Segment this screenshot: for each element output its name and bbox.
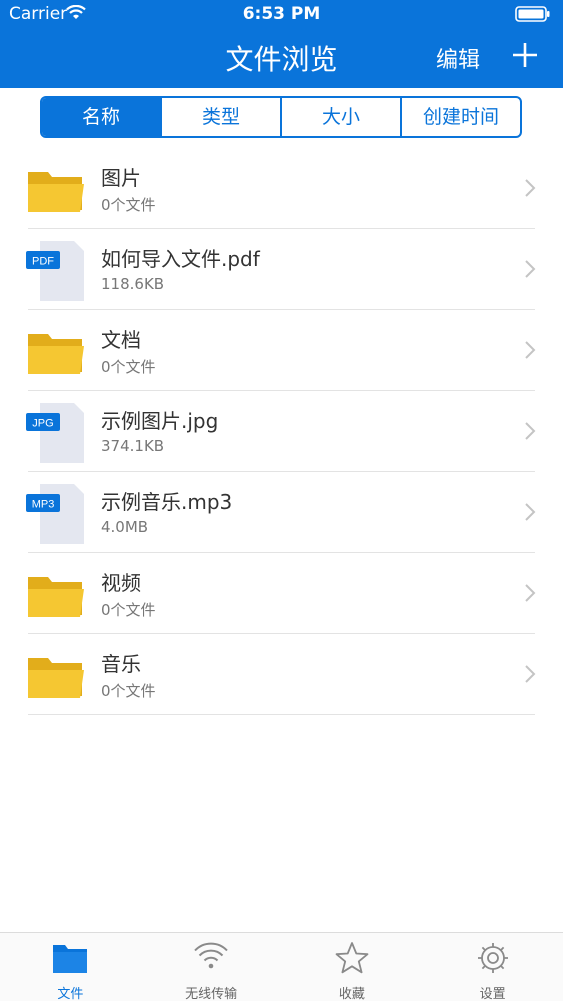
star-icon [335, 942, 369, 974]
chevron-right-icon [525, 260, 536, 278]
file-name: 文档 [101, 328, 141, 352]
folder-icon [53, 945, 88, 973]
sort-by-name-tab[interactable]: 名称 [42, 98, 162, 136]
list-item[interactable]: 音乐 0个文件 [0, 634, 563, 715]
list-item[interactable]: 图片 0个文件 [0, 148, 563, 229]
tab-label: 文件 [57, 987, 84, 1002]
nav-bar: Carrier 6:53 PM 文件浏览 编辑 [0, 0, 563, 88]
file-meta: 0个文件 [101, 358, 156, 376]
file-meta: 118.6KB [101, 275, 165, 293]
tab-settings[interactable]: 设置 [422, 933, 563, 1002]
folder-icon [28, 334, 84, 374]
file-name: 图片 [101, 166, 141, 190]
file-meta: 0个文件 [101, 601, 156, 619]
folder-icon [28, 658, 84, 698]
add-icon[interactable] [510, 40, 540, 70]
file-meta: 0个文件 [101, 196, 156, 214]
chevron-right-icon [525, 179, 536, 197]
svg-text:JPG: JPG [32, 418, 53, 430]
gear-icon [477, 943, 508, 973]
chevron-right-icon [525, 422, 536, 440]
svg-text:MP3: MP3 [32, 499, 55, 511]
file-name: 视频 [101, 571, 141, 595]
list-item[interactable]: MP3 示例音乐.mp3 4.0MB [0, 472, 563, 553]
file-meta: 374.1KB [101, 437, 165, 455]
list-item[interactable]: 文档 0个文件 [0, 310, 563, 391]
folder-icon [28, 172, 84, 212]
file-meta: 0个文件 [101, 682, 156, 700]
folder-icon [28, 577, 84, 617]
list-item[interactable]: JPG 示例图片.jpg 374.1KB [0, 391, 563, 472]
wifi-icon [194, 942, 228, 969]
svg-text:PDF: PDF [32, 256, 54, 268]
chevron-right-icon [525, 665, 536, 683]
tab-label: 收藏 [338, 987, 365, 1002]
list-item[interactable]: PDF 如何导入文件.pdf 118.6KB [0, 229, 563, 310]
battery-icon [515, 6, 550, 22]
status-time: 6:53 PM [242, 4, 321, 24]
tab-label: 设置 [479, 987, 506, 1002]
tab-bar: 文件 无线传输 收藏 设置 [0, 932, 563, 1002]
edit-button[interactable]: 编辑 [436, 42, 480, 74]
chevron-right-icon [525, 584, 536, 602]
file-name: 音乐 [101, 652, 141, 676]
pdf-file-icon: PDF [26, 241, 84, 301]
sort-segmented-control: 名称 类型 大小 创建时间 [40, 96, 522, 138]
sort-by-type-tab[interactable]: 类型 [162, 98, 282, 136]
chevron-right-icon [525, 341, 536, 359]
chevron-right-icon [525, 503, 536, 521]
file-list: 图片 0个文件 PDF 如何导入文件.pdf 118.6KB 文档 0个文件 J… [0, 148, 563, 715]
file-name: 如何导入文件.pdf [101, 247, 260, 271]
tab-files[interactable]: 文件 [0, 933, 141, 1002]
file-name: 示例图片.jpg [101, 409, 219, 433]
sort-by-created-time-tab[interactable]: 创建时间 [402, 98, 520, 136]
tab-label: 无线传输 [185, 987, 238, 1002]
tab-favorites[interactable]: 收藏 [282, 933, 423, 1002]
sort-by-size-tab[interactable]: 大小 [282, 98, 402, 136]
tab-wireless-transfer[interactable]: 无线传输 [141, 933, 282, 1002]
divider [28, 714, 535, 715]
file-meta: 4.0MB [101, 518, 149, 536]
status-bar: Carrier 6:53 PM [0, 0, 563, 28]
mp3-file-icon: MP3 [26, 484, 84, 544]
file-name: 示例音乐.mp3 [101, 490, 233, 514]
list-item[interactable]: 视频 0个文件 [0, 553, 563, 634]
jpg-file-icon: JPG [26, 403, 84, 463]
